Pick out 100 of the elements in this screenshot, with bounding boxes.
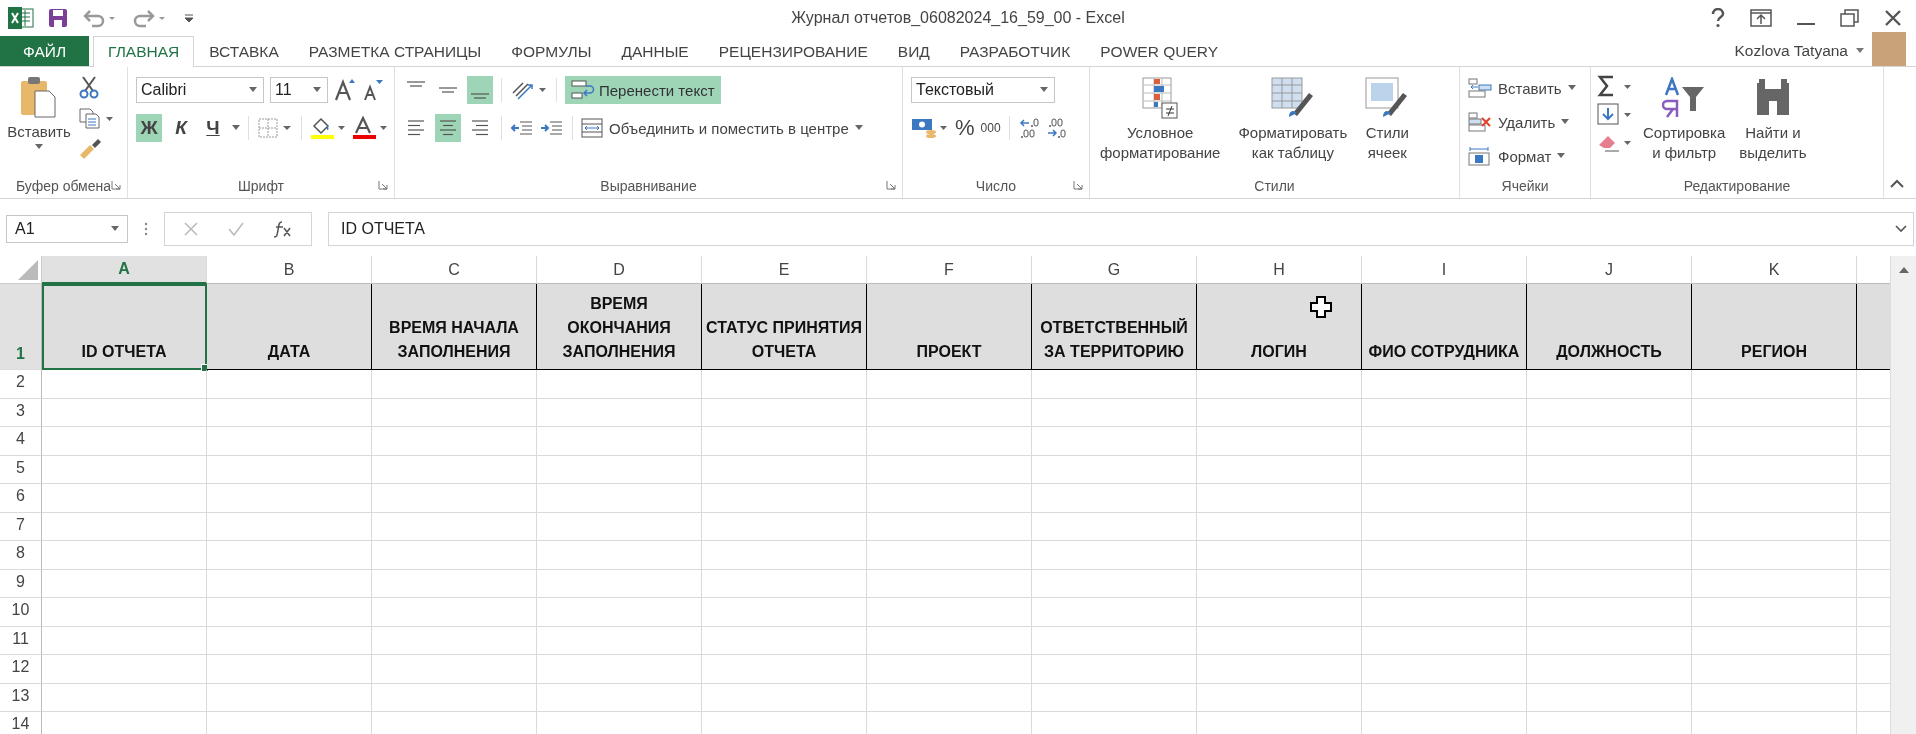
row-header[interactable]: 13 [0,683,42,712]
user-name[interactable]: Kozlova Tatyana [1734,42,1848,60]
table-cell: ФИО СОТРУДНИКА [1362,284,1527,370]
row-header[interactable]: 5 [0,455,42,484]
row-header[interactable]: 14 [0,712,42,734]
autosum-icon[interactable] [1597,75,1633,97]
save-icon[interactable] [48,8,68,28]
help-icon[interactable] [1710,8,1726,28]
sort-and-filter-button[interactable]: Сортировка и фильтр [1639,73,1730,174]
underline-button[interactable]: Ч [200,114,226,142]
comma-style-button[interactable]: 000 [980,121,1001,135]
ribbon-tab[interactable]: РАЗРАБОТЧИК [944,36,1086,66]
name-box[interactable]: A1 [6,215,128,243]
font-color-icon[interactable] [352,116,388,140]
shrink-font-icon[interactable] [362,78,384,102]
close-icon[interactable] [1884,9,1902,27]
restore-icon[interactable] [1840,9,1860,27]
ribbon-tab[interactable]: РЕЦЕНЗИРОВАНИЕ [703,36,883,66]
column-header[interactable]: B [207,256,372,284]
column-header[interactable]: G [1032,256,1197,284]
number-format-field[interactable]: Текстовый [911,77,1055,103]
column-header[interactable]: J [1527,256,1692,284]
align-center-icon [438,119,458,137]
column-header[interactable]: E [702,256,867,284]
row-header[interactable]: 11 [0,626,42,655]
bold-button[interactable]: Ж [136,114,162,142]
row-header[interactable]: 6 [0,484,42,513]
column-header[interactable]: H [1197,256,1362,284]
paste-button[interactable]: Вставить [4,73,74,174]
row-header[interactable]: 12 [0,655,42,684]
grow-font-icon[interactable] [334,78,356,102]
delete-cells-button[interactable]: Удалить [1468,109,1586,135]
ribbon-tab[interactable]: ГЛАВНАЯ [93,36,195,67]
font-size-field[interactable]: 11 [270,77,328,103]
column-header[interactable]: K [1692,256,1857,284]
table-cell: ЛОГИН [1197,284,1362,370]
drag-handle-icon[interactable] [144,222,148,236]
column-header[interactable]: I [1362,256,1527,284]
checkmark-icon[interactable] [227,221,245,237]
decrease-decimal-icon[interactable] [1045,116,1068,140]
wrap-text-button[interactable]: Перенести текст [565,76,721,104]
find-and-select-button[interactable]: Найти и выделить [1735,73,1811,174]
collapse-ribbon-icon[interactable] [1890,179,1904,188]
row-header[interactable]: 4 [0,427,42,456]
sort-filter-icon [1662,77,1707,119]
conditional-formatting-button[interactable]: Условное форматирование [1096,73,1225,174]
column-header[interactable]: F [867,256,1032,284]
redo-icon[interactable] [132,8,168,28]
file-tab[interactable]: ФАЙЛ [0,36,90,66]
vertical-scrollbar[interactable] [1890,256,1916,734]
insert-cells-button[interactable]: Вставить [1468,75,1586,101]
table-brush-icon [1270,77,1315,119]
dialog-launcher-icon[interactable] [1073,180,1083,190]
row-header[interactable]: 1 [0,284,42,370]
cell-styles-button[interactable]: Стили ячеек [1361,73,1414,174]
column-header[interactable]: D [537,256,702,284]
row-header[interactable]: 10 [0,598,42,627]
dialog-launcher-icon[interactable] [886,180,896,190]
center-align-button[interactable] [435,114,461,142]
increase-indent-icon[interactable] [540,118,564,138]
format-cells-button[interactable]: Формат [1468,143,1586,169]
caret-icon[interactable] [232,125,240,131]
undo-icon[interactable] [82,8,118,28]
increase-decimal-icon[interactable] [1017,116,1040,140]
row-header[interactable]: 8 [0,541,42,570]
row-header[interactable]: 9 [0,569,42,598]
ribbon-tab[interactable]: ФОРМУЛЫ [496,36,607,66]
format-as-table-button[interactable]: Форматировать как таблицу [1234,73,1352,174]
insert-function-icon[interactable] [273,220,293,238]
ribbon-tab[interactable]: ВСТАВКА [194,36,294,66]
column-header[interactable]: C [372,256,537,284]
italic-button[interactable]: К [168,114,194,142]
scissors-icon[interactable] [78,75,100,99]
ribbon-tab[interactable]: ДАННЫЕ [606,36,704,66]
ribbon-display-options-icon[interactable] [1750,9,1772,27]
merge-and-center-button[interactable]: Объединить и поместить в центре [581,115,863,141]
decrease-indent-icon[interactable] [510,118,534,138]
customize-menu-icon[interactable] [182,11,196,25]
select-all-triangle-icon [18,260,38,280]
text-orientation-icon[interactable] [510,79,548,101]
expand-formula-bar-icon[interactable] [1895,225,1907,233]
copy-icon[interactable] [78,107,114,129]
dialog-launcher-icon[interactable] [378,180,388,190]
dialog-launcher-icon[interactable] [111,180,121,190]
formula-input[interactable]: ID ОТЧЕТА [328,212,1914,246]
format-painter-icon[interactable] [78,137,102,159]
column-header[interactable]: A [42,256,207,284]
ribbon-tab[interactable]: POWER QUERY [1085,36,1233,66]
row-header[interactable]: 3 [0,398,42,427]
bottom-align-button[interactable] [467,76,493,104]
font-name-field[interactable]: Calibri [136,77,264,103]
row-header[interactable]: 7 [0,512,42,541]
row-header[interactable]: 2 [0,370,42,399]
percent-style-button[interactable]: % [955,115,975,141]
currency-icon[interactable] [911,116,949,140]
fill-color-icon[interactable] [310,116,346,140]
caret-icon[interactable] [1856,48,1864,54]
ribbon-tab[interactable]: РАЗМЕТКА СТРАНИЦЫ [293,36,497,66]
fill-down-icon[interactable] [1597,103,1633,125]
ribbon-tab[interactable]: ВИД [882,36,945,66]
